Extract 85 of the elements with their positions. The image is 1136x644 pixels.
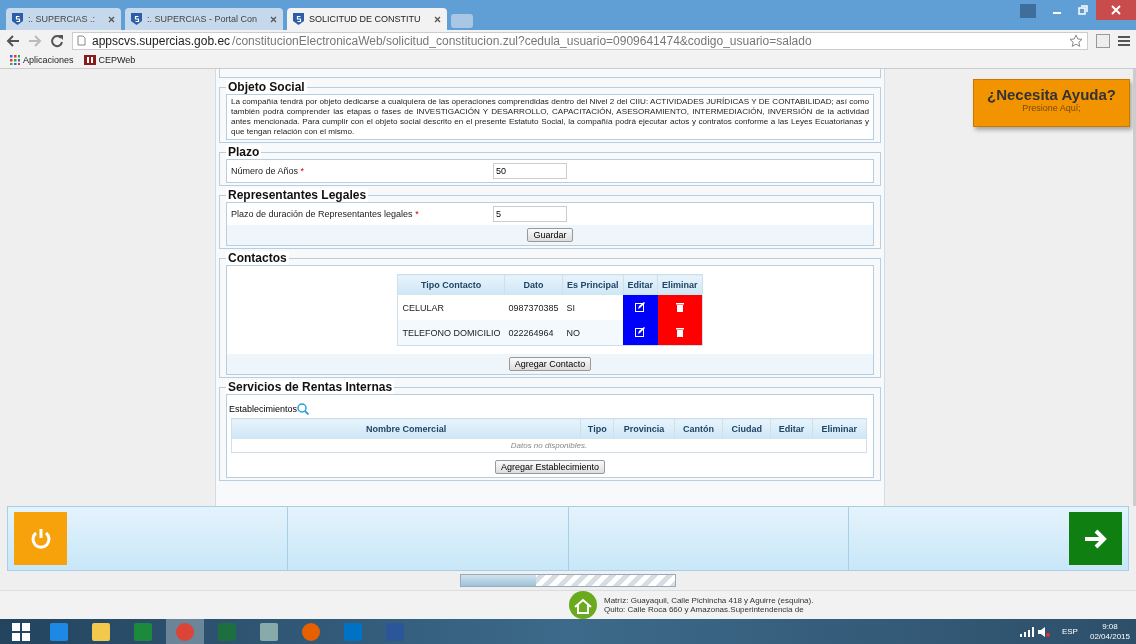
signal-icon[interactable] bbox=[1019, 626, 1034, 637]
star-icon[interactable] bbox=[1069, 33, 1083, 48]
column-header: Eliminar bbox=[812, 418, 867, 439]
house-logo-icon bbox=[568, 590, 598, 620]
column-header: Tipo bbox=[580, 418, 614, 439]
column-header: Eliminar bbox=[657, 274, 703, 295]
table-cell: SI bbox=[562, 295, 624, 320]
app-icon bbox=[344, 622, 362, 641]
section-title: Plazo bbox=[226, 145, 262, 159]
section-title: Contactos bbox=[226, 251, 289, 265]
page-icon bbox=[77, 35, 86, 46]
language-indicator[interactable]: ESP bbox=[1061, 627, 1078, 636]
save-button[interactable]: Guardar bbox=[527, 228, 573, 242]
field-label: Plazo de duración de Representantes legales * bbox=[231, 209, 420, 219]
speaker-icon[interactable] bbox=[1037, 625, 1050, 638]
column-header: Editar bbox=[623, 274, 658, 295]
app-icon bbox=[50, 622, 68, 641]
app-icon bbox=[92, 622, 110, 641]
table-cell: CELULAR bbox=[397, 295, 505, 320]
field-label: Establecimientos bbox=[229, 404, 298, 414]
browser-tab[interactable]: :. SUPERCIAS - Portal Con bbox=[125, 8, 284, 30]
reload-icon[interactable] bbox=[50, 33, 64, 48]
column-header: Ciudad bbox=[722, 418, 771, 439]
edit-icon bbox=[635, 301, 646, 312]
column-header: Es Principal bbox=[562, 274, 624, 295]
section-title: Objeto Social bbox=[226, 80, 307, 94]
edit-button[interactable] bbox=[623, 295, 658, 320]
column-header: Provincia bbox=[613, 418, 675, 439]
app-icon bbox=[176, 622, 194, 641]
field-label: Número de Años * bbox=[231, 166, 306, 176]
empty-message: Datos no disponibles. bbox=[510, 441, 588, 450]
arrow-right-icon bbox=[1082, 527, 1109, 550]
edit-icon bbox=[635, 326, 646, 337]
app-icon bbox=[260, 622, 278, 641]
add-contact-button[interactable]: Agregar Contacto bbox=[508, 357, 592, 371]
app-icon bbox=[302, 622, 320, 641]
delete-button[interactable] bbox=[657, 295, 703, 320]
browser-tab[interactable]: :. SUPERCIAS .: bbox=[6, 8, 122, 30]
windows-logo-icon bbox=[12, 622, 30, 641]
clock[interactable]: 9:08 02/04/2015 bbox=[1089, 621, 1130, 642]
close-icon[interactable] bbox=[108, 15, 116, 23]
app-icon bbox=[386, 622, 404, 641]
app-icon bbox=[218, 622, 236, 641]
column-header: Dato bbox=[504, 274, 563, 295]
column-header: Editar bbox=[770, 418, 813, 439]
edit-button[interactable] bbox=[623, 320, 658, 346]
bookmark-link[interactable]: Aplicaciones bbox=[10, 54, 74, 65]
add-establishment-button[interactable]: Agregar Establecimiento bbox=[494, 460, 606, 474]
close-icon[interactable] bbox=[270, 15, 278, 23]
app-icon bbox=[134, 622, 152, 641]
menu-icon[interactable] bbox=[1118, 34, 1130, 47]
trash-icon bbox=[675, 326, 684, 337]
close-icon[interactable] bbox=[433, 15, 441, 23]
section-title: Servicios de Rentas Internas bbox=[226, 380, 395, 394]
next-button[interactable] bbox=[1069, 512, 1122, 565]
shield-icon bbox=[131, 13, 143, 25]
help-button[interactable]: ¿Necesita Ayuda? Presione Aquí; bbox=[973, 79, 1130, 127]
shield-icon bbox=[293, 13, 305, 25]
apps-grid-icon bbox=[10, 54, 20, 65]
column-header: Tipo Contacto bbox=[397, 274, 505, 295]
power-button[interactable] bbox=[14, 512, 67, 565]
paragraph: La compañía tendrá por objeto dedicarse a cualquiera de las operaciones comprendidas dentro del Nivel 2 del CIIU: ACTIVIDADES JURÍDICAS Y DE CONTABILIDAD; así como también podrá comprender las etapas o fases de INVESTIGACIÓN Y DESARROLLO, CAPACITACIÓN, ASESORAMIENTO, INTERMEDIACIÓN, INVERSIÓN de la actividad antes mencionada. Para cumplir con el objeto social descrito en el presente Estatuto Social, la compañía podrá ejecutar actos y contratos conforme a las Leyes Ecuatorianas y que tengan relación con el mismo. bbox=[230, 96, 870, 138]
delete-button[interactable] bbox=[657, 320, 703, 346]
bookmark-link[interactable]: CEPWeb bbox=[83, 54, 136, 65]
address-text: Matríz: Guayaquil, Calle Pichincha 418 y Aguirre (esquina). bbox=[604, 596, 814, 605]
scrollbar[interactable] bbox=[1133, 69, 1136, 506]
shield-icon bbox=[12, 13, 23, 25]
forward-icon[interactable] bbox=[28, 33, 42, 48]
address-text: Quito: Calle Roca 660 y Amazonas.Superintendencia de bbox=[604, 605, 805, 614]
browser-tab[interactable]: SOLICITUD DE CONSTITU bbox=[287, 8, 447, 30]
column-header: Nombre Comercial bbox=[231, 418, 581, 439]
search-icon[interactable] bbox=[297, 403, 310, 415]
table-cell: TELEFONO DOMICILIO bbox=[397, 320, 505, 346]
table-cell: 022264964 bbox=[504, 320, 563, 346]
table-cell: 0987370385 bbox=[504, 295, 563, 320]
input-field[interactable]: 50 bbox=[493, 163, 567, 179]
trash-icon bbox=[675, 301, 684, 312]
input-field[interactable]: 5 bbox=[493, 206, 567, 222]
address-field[interactable]: appscvs.supercias.gob.ec /constitucionElectronicaWeb/solicitud_constitucion.zul?cedula_usuario=0909641474&codigo_usuario=salado bbox=[72, 31, 1088, 50]
back-icon[interactable] bbox=[6, 33, 20, 48]
column-header: Cantón bbox=[674, 418, 723, 439]
section-title: Representantes Legales bbox=[226, 188, 369, 202]
extension-icon[interactable] bbox=[1096, 33, 1110, 48]
close-icon[interactable] bbox=[1096, 0, 1136, 20]
table-cell: NO bbox=[562, 320, 624, 346]
